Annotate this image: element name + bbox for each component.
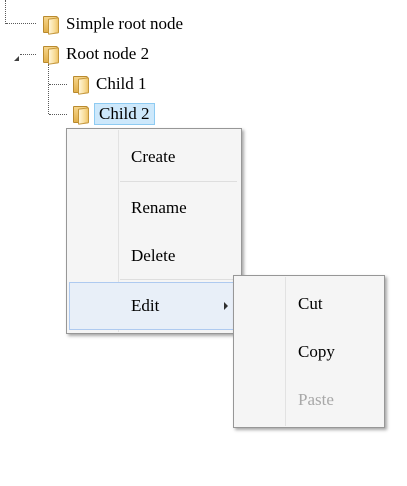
- folder-icon: [72, 105, 90, 125]
- menu-item-edit[interactable]: Edit: [69, 282, 239, 330]
- menu-item-label: Delete: [131, 246, 176, 265]
- collapse-arrow-icon[interactable]: [14, 56, 19, 61]
- folder-icon: [42, 45, 60, 65]
- tree-guide-line: [6, 23, 36, 24]
- tree-node-simple-root[interactable]: Simple root node: [42, 12, 183, 36]
- context-menu: Create Rename Delete Edit: [66, 128, 242, 334]
- tree-guide-line: [49, 114, 67, 115]
- tree-node-child-1[interactable]: Child 1: [72, 72, 147, 96]
- menu-item-delete[interactable]: Delete: [69, 234, 239, 278]
- menu-item-create[interactable]: Create: [69, 135, 239, 179]
- menu-item-rename[interactable]: Rename: [69, 186, 239, 230]
- menu-separator: [120, 181, 237, 182]
- menu-item-label: Rename: [131, 198, 187, 217]
- tree-guide-line: [49, 84, 67, 85]
- menu-separator: [120, 279, 237, 280]
- menu-item-label: Edit: [131, 296, 160, 315]
- tree-node-root-2[interactable]: Root node 2: [42, 42, 149, 66]
- menu-item-label: Copy: [298, 342, 335, 361]
- menu-item-paste[interactable]: Paste: [236, 378, 382, 422]
- tree-guide-line: [48, 64, 49, 114]
- menu-item-cut[interactable]: Cut: [236, 282, 382, 326]
- menu-item-label: Cut: [298, 294, 323, 313]
- edit-submenu: Cut Copy Paste: [233, 275, 385, 428]
- tree-node-label: Child 2: [94, 103, 155, 125]
- tree-node-label: Root node 2: [66, 44, 150, 63]
- folder-icon: [42, 15, 60, 35]
- menu-item-label: Paste: [298, 390, 334, 409]
- tree-guide-line: [20, 54, 36, 55]
- menu-item-label: Create: [131, 147, 176, 166]
- tree-node-label: Simple root node: [66, 14, 184, 33]
- submenu-arrow-icon: [224, 302, 228, 310]
- folder-icon: [72, 75, 90, 95]
- tree-node-child-2[interactable]: Child 2: [72, 102, 155, 126]
- menu-item-copy[interactable]: Copy: [236, 330, 382, 374]
- tree-node-label: Child 1: [96, 74, 147, 93]
- tree-guide-line: [5, 0, 6, 24]
